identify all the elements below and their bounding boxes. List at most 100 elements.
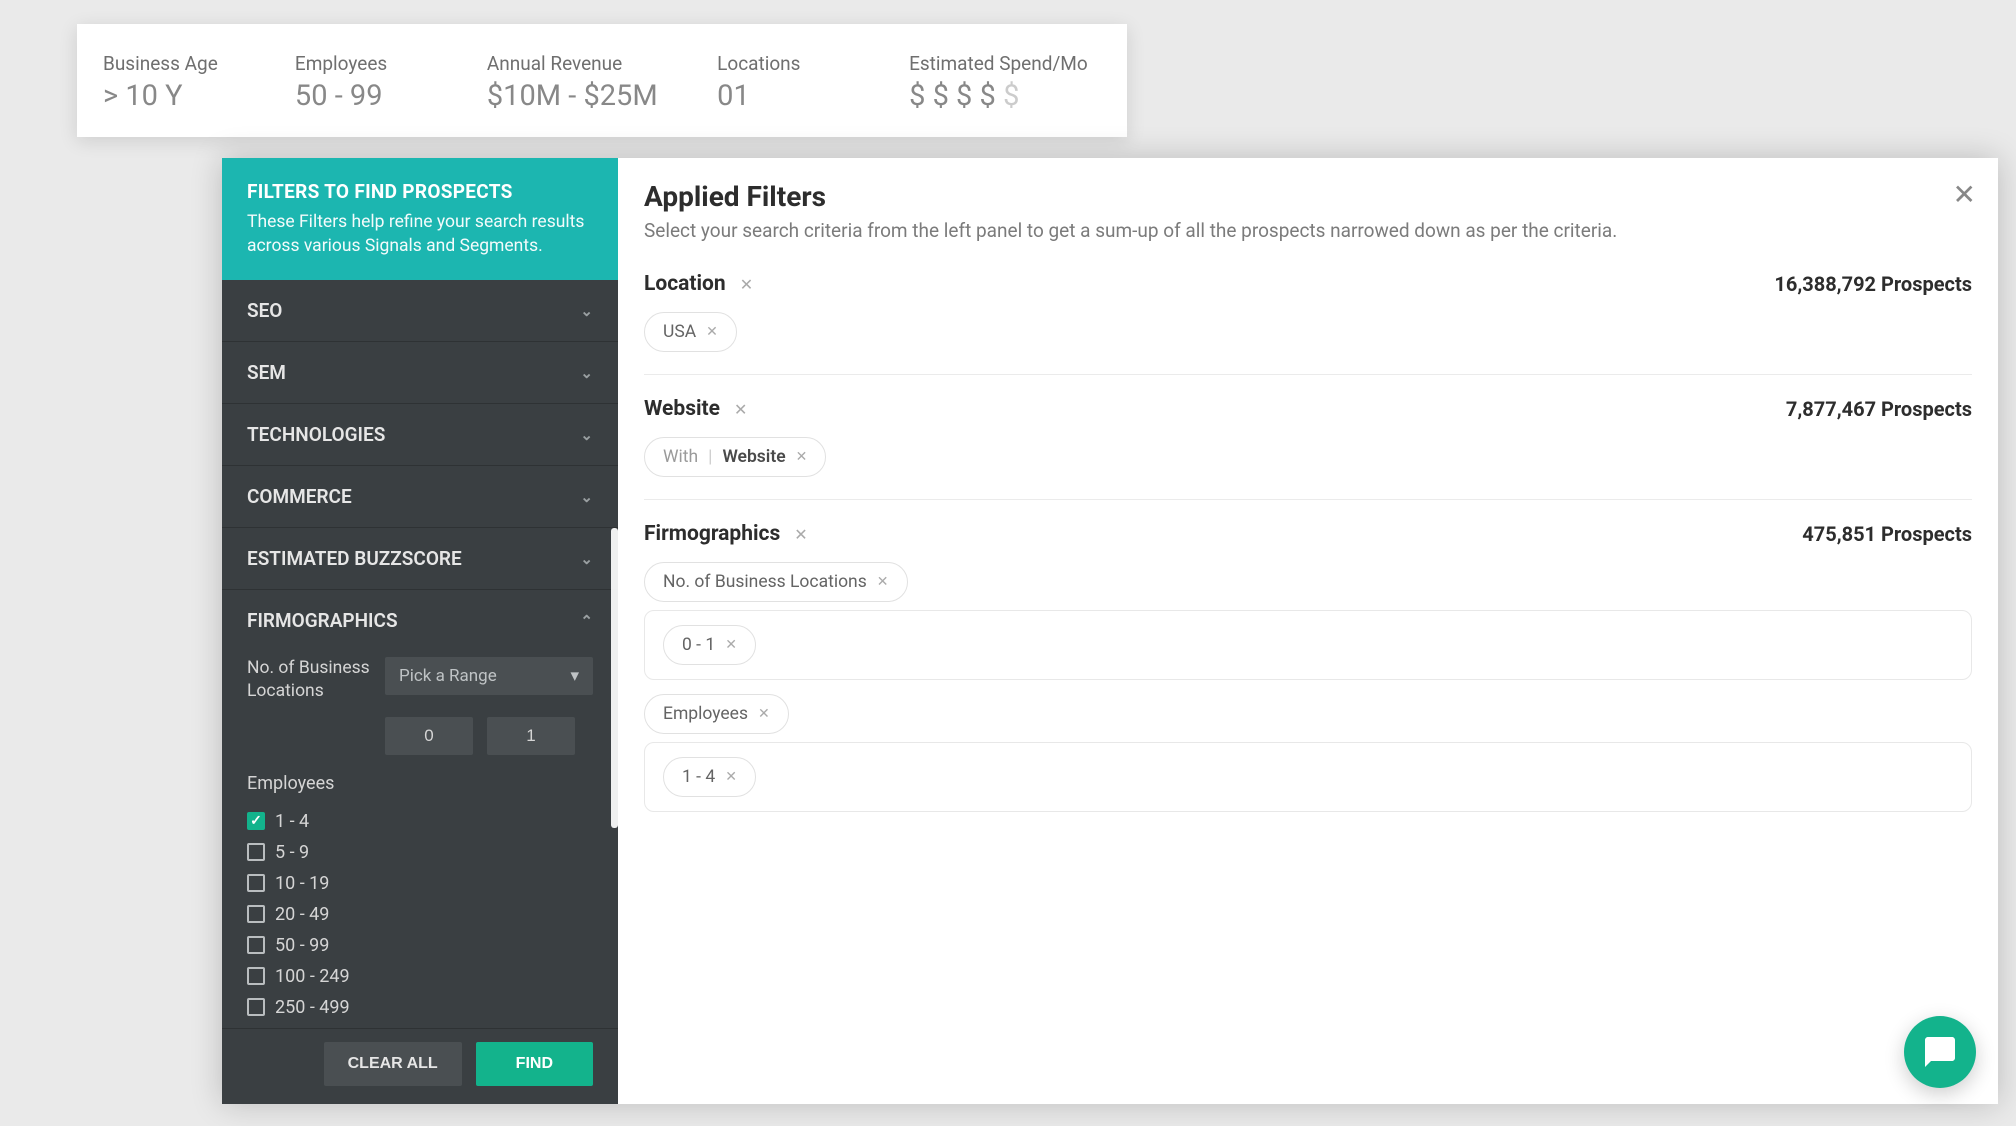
summary-label: Employees bbox=[295, 52, 487, 75]
filter-label: SEO bbox=[247, 299, 282, 322]
chevron-down-icon: ⌄ bbox=[580, 550, 593, 568]
summary-locations: Locations 01 bbox=[717, 52, 909, 113]
remove-pill-icon[interactable]: ✕ bbox=[877, 574, 889, 590]
filter-list: SEO ⌄ SEM ⌄ TECHNOLOGIES ⌄ COMMERCE ⌄ ES… bbox=[222, 280, 618, 1104]
divider bbox=[644, 374, 1972, 375]
employee-option-label: 1 - 4 bbox=[275, 811, 309, 832]
firmographics-body: No. of Business Locations Pick a Range ▾… bbox=[222, 651, 618, 1064]
employee-option[interactable]: 20 - 49 bbox=[247, 899, 593, 930]
filter-label: SEM bbox=[247, 361, 286, 384]
remove-pill-icon[interactable]: ✕ bbox=[725, 637, 737, 653]
checkbox-icon[interactable] bbox=[247, 843, 265, 861]
remove-section-icon[interactable]: ✕ bbox=[740, 275, 753, 294]
employee-option[interactable]: 5 - 9 bbox=[247, 837, 593, 868]
filter-commerce[interactable]: COMMERCE ⌄ bbox=[222, 466, 618, 528]
pill-text: Website bbox=[722, 447, 785, 467]
checkbox-icon[interactable] bbox=[247, 967, 265, 985]
chevron-down-icon: ⌄ bbox=[580, 488, 593, 506]
pill-usa[interactable]: USA ✕ bbox=[644, 312, 737, 352]
summary-value: $ $ $ $ $ bbox=[909, 79, 1101, 113]
divider bbox=[644, 499, 1972, 500]
locations-from-input[interactable] bbox=[385, 717, 473, 755]
employee-option[interactable]: 100 - 249 bbox=[247, 961, 593, 992]
af-name: Location bbox=[644, 272, 726, 296]
chevron-up-icon: ⌃ bbox=[580, 612, 593, 630]
locations-range-select[interactable]: Pick a Range ▾ bbox=[385, 657, 593, 695]
af-count: 16,388,792 Prospects bbox=[1774, 272, 1972, 296]
pill-locations-value[interactable]: 0 - 1 ✕ bbox=[663, 625, 756, 665]
pill-group-locations[interactable]: No. of Business Locations ✕ bbox=[644, 562, 908, 602]
spend-dimmed: $ bbox=[1003, 79, 1019, 113]
filter-label: FIRMOGRAPHICS bbox=[247, 609, 398, 632]
filter-technologies[interactable]: TECHNOLOGIES ⌄ bbox=[222, 404, 618, 466]
checkbox-icon[interactable] bbox=[247, 998, 265, 1016]
af-section-location: Location ✕ 16,388,792 Prospects USA ✕ bbox=[644, 272, 1972, 352]
employee-option[interactable]: 1 - 4 bbox=[247, 806, 593, 837]
clear-all-button[interactable]: CLEAR ALL bbox=[324, 1042, 462, 1086]
pill-text: No. of Business Locations bbox=[663, 572, 867, 592]
summary-label: Business Age bbox=[103, 52, 295, 75]
filter-label: COMMERCE bbox=[247, 485, 352, 508]
employee-option[interactable]: 250 - 499 bbox=[247, 992, 593, 1023]
employee-option-label: 50 - 99 bbox=[275, 935, 329, 956]
af-count: 7,877,467 Prospects bbox=[1786, 397, 1972, 421]
employee-option[interactable]: 10 - 19 bbox=[247, 868, 593, 899]
summary-employees: Employees 50 - 99 bbox=[295, 52, 487, 113]
filter-buzzscore[interactable]: ESTIMATED BUZZSCORE ⌄ bbox=[222, 528, 618, 590]
af-count: 475,851 Prospects bbox=[1802, 522, 1972, 546]
employee-option-label: 100 - 249 bbox=[275, 966, 350, 987]
summary-value: > 10 Y bbox=[103, 79, 295, 113]
pill-text: 1 - 4 bbox=[682, 767, 715, 787]
pill-website[interactable]: With | Website ✕ bbox=[644, 437, 826, 477]
remove-section-icon[interactable]: ✕ bbox=[734, 400, 747, 419]
remove-pill-icon[interactable]: ✕ bbox=[706, 324, 718, 340]
employee-option[interactable]: 50 - 99 bbox=[247, 930, 593, 961]
checkbox-icon[interactable] bbox=[247, 905, 265, 923]
chevron-down-icon: ⌄ bbox=[580, 426, 593, 444]
pill-sep: | bbox=[708, 447, 712, 467]
caret-down-icon: ▾ bbox=[570, 666, 579, 686]
sidebar-header-title: FILTERS TO FIND PROSPECTS bbox=[247, 180, 593, 203]
find-button[interactable]: FIND bbox=[476, 1042, 593, 1086]
scrollbar-thumb[interactable] bbox=[611, 528, 618, 828]
employee-option-label: 10 - 19 bbox=[275, 873, 329, 894]
summary-spend: Estimated Spend/Mo $ $ $ $ $ bbox=[909, 52, 1101, 113]
pill-with: With bbox=[663, 447, 698, 467]
filter-seo[interactable]: SEO ⌄ bbox=[222, 280, 618, 342]
pill-employees-value[interactable]: 1 - 4 ✕ bbox=[663, 757, 756, 797]
filters-sidebar: FILTERS TO FIND PROSPECTS These Filters … bbox=[222, 158, 618, 1104]
sidebar-header-desc: These Filters help refine your search re… bbox=[247, 211, 593, 258]
main-panel: FILTERS TO FIND PROSPECTS These Filters … bbox=[222, 158, 1998, 1104]
checkbox-icon[interactable] bbox=[247, 874, 265, 892]
content-title: Applied Filters bbox=[644, 180, 1972, 213]
employees-label: Employees bbox=[247, 773, 593, 794]
filter-label: ESTIMATED BUZZSCORE bbox=[247, 547, 462, 570]
locations-to-input[interactable] bbox=[487, 717, 575, 755]
summary-revenue: Annual Revenue $10M - $25M bbox=[487, 52, 717, 113]
pill-text: Employees bbox=[663, 704, 748, 724]
locations-label: No. of Business Locations bbox=[247, 657, 375, 703]
close-icon[interactable]: ✕ bbox=[1953, 178, 1976, 211]
pill-group-employees[interactable]: Employees ✕ bbox=[644, 694, 789, 734]
sidebar-header: FILTERS TO FIND PROSPECTS These Filters … bbox=[222, 158, 618, 280]
summary-value: 01 bbox=[717, 79, 909, 113]
chat-icon bbox=[1922, 1034, 1958, 1070]
checkbox-icon[interactable] bbox=[247, 812, 265, 830]
remove-pill-icon[interactable]: ✕ bbox=[725, 769, 737, 785]
employee-option-label: 250 - 499 bbox=[275, 997, 350, 1018]
remove-pill-icon[interactable]: ✕ bbox=[758, 706, 770, 722]
summary-value: $10M - $25M bbox=[487, 79, 717, 113]
summary-business-age: Business Age > 10 Y bbox=[103, 52, 295, 113]
range-placeholder: Pick a Range bbox=[399, 666, 497, 686]
af-section-website: Website ✕ 7,877,467 Prospects With | Web… bbox=[644, 397, 1972, 477]
checkbox-icon[interactable] bbox=[247, 936, 265, 954]
filter-firmographics[interactable]: FIRMOGRAPHICS ⌃ bbox=[222, 590, 618, 651]
chat-fab[interactable] bbox=[1904, 1016, 1976, 1088]
filter-sem[interactable]: SEM ⌄ bbox=[222, 342, 618, 404]
remove-section-icon[interactable]: ✕ bbox=[794, 525, 807, 544]
spend-filled: $ $ $ $ bbox=[909, 79, 996, 113]
remove-pill-icon[interactable]: ✕ bbox=[796, 449, 808, 465]
summary-card: Business Age > 10 Y Employees 50 - 99 An… bbox=[77, 24, 1127, 137]
af-section-firmographics: Firmographics ✕ 475,851 Prospects No. of… bbox=[644, 522, 1972, 812]
summary-label: Annual Revenue bbox=[487, 52, 717, 75]
